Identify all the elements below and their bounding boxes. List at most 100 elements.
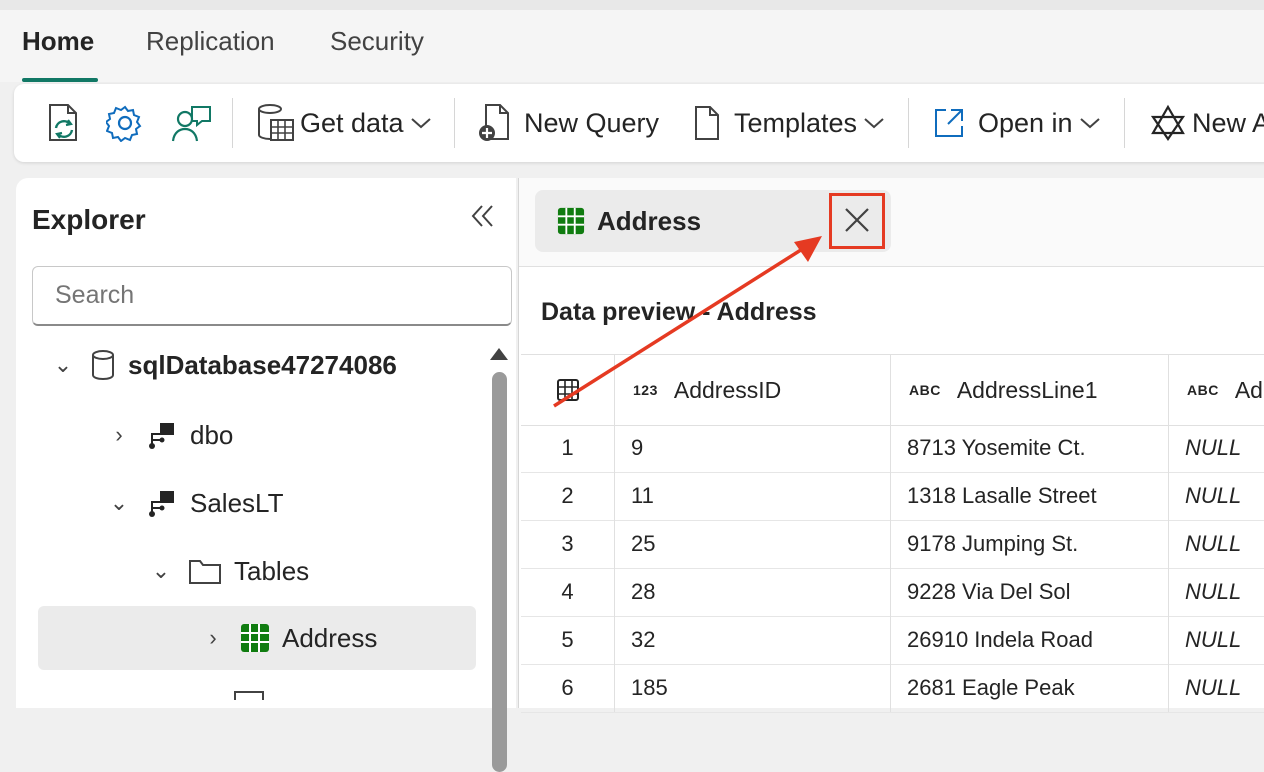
explorer-search-input[interactable] <box>32 266 512 326</box>
tree-item-dbo[interactable]: › dbo <box>108 404 233 466</box>
addressid-cell[interactable]: 28 <box>615 568 891 616</box>
refresh-button[interactable] <box>44 84 84 162</box>
document-tab-bar: Address <box>519 178 1264 267</box>
tree-item-database[interactable]: ⌄ sqlDatabase47274086 <box>52 334 397 396</box>
chevron-down-icon <box>1079 118 1100 129</box>
column-header-label: AddressLine1 <box>956 376 1098 403</box>
row-number-cell: 3 <box>521 520 615 568</box>
toolbar-divider <box>232 98 233 148</box>
new-model-label: New A <box>1192 107 1264 138</box>
document-tab-label: Address <box>597 205 702 236</box>
explorer-panel: Explorer ⌄ sqlDatabase47274086 › dbo ⌄ S… <box>16 178 516 772</box>
chevron-down-icon <box>410 118 431 129</box>
tree-item-label: dbo <box>190 419 234 450</box>
database-table-icon <box>258 104 294 141</box>
tree-item-address[interactable]: › Address <box>38 606 476 670</box>
table-icon <box>240 623 270 653</box>
explorer-title: Explorer <box>32 204 146 235</box>
addressline2-cell[interactable]: NULL <box>1169 520 1264 568</box>
addressline2-cell[interactable]: NULL <box>1169 664 1264 712</box>
addressline1-cell[interactable]: 26910 Indela Road <box>891 616 1169 664</box>
table-row[interactable]: 1 9 8713 Yosemite Ct. NULL <box>521 424 1264 473</box>
templates-label: Templates <box>734 107 858 138</box>
column-header-addressid[interactable]: 123 AddressID <box>615 355 891 425</box>
feedback-person-icon <box>171 106 211 142</box>
addressline1-cell[interactable]: 1318 Lasalle Street <box>891 472 1169 520</box>
tree-item-tables[interactable]: ⌄ Tables <box>150 540 309 602</box>
addressid-cell[interactable]: 9 <box>615 424 891 472</box>
toolbar-divider <box>1124 98 1125 148</box>
tab-home[interactable]: Home <box>22 26 94 57</box>
addressid-cell[interactable]: 185 <box>615 664 891 712</box>
addressline2-cell[interactable]: NULL <box>1169 424 1264 472</box>
scroll-thumb[interactable] <box>492 372 507 772</box>
templates-button[interactable]: Templates <box>692 84 885 162</box>
tab-replication[interactable]: Replication <box>146 26 275 57</box>
row-number-cell: 2 <box>521 472 615 520</box>
table-icon <box>234 686 264 700</box>
addressline1-cell[interactable]: 8713 Yosemite Ct. <box>891 424 1169 472</box>
chevron-right-icon: › <box>115 422 123 447</box>
column-type-badge: 123 <box>633 382 658 398</box>
row-number-cell: 1 <box>521 424 615 472</box>
addressid-cell[interactable]: 25 <box>615 520 891 568</box>
new-query-button[interactable]: New Query <box>476 84 659 162</box>
addressline2-cell[interactable]: NULL <box>1169 472 1264 520</box>
tree-item-saleslt[interactable]: ⌄ SalesLT <box>108 472 284 534</box>
new-model-button[interactable]: New A <box>1148 84 1264 162</box>
refresh-doc-icon <box>49 104 77 141</box>
collapse-panel-button[interactable] <box>470 202 496 238</box>
table-row[interactable]: 2 11 1318 Lasalle Street NULL <box>521 472 1264 521</box>
data-grid: 123 AddressID ABC AddressLine1 ABC Ad 1 … <box>521 354 1264 714</box>
tree-item-label: Address <box>282 622 378 653</box>
open-in-button[interactable]: Open in <box>932 84 1101 162</box>
addressline1-cell[interactable]: 9178 Jumping St. <box>891 520 1169 568</box>
addressline1-cell[interactable]: 2681 Eagle Peak <box>891 664 1169 712</box>
explorer-scrollbar[interactable] <box>490 348 512 772</box>
open-external-icon <box>935 109 963 137</box>
select-all-cell[interactable] <box>521 355 615 425</box>
chevron-down-icon: ⌄ <box>109 490 129 515</box>
table-row[interactable]: 6 185 2681 Eagle Peak NULL <box>521 664 1264 713</box>
tree-item-next-table[interactable] <box>234 678 276 708</box>
tree-item-label: Tables <box>234 555 310 586</box>
data-preview-title: Data preview - Address <box>541 298 817 326</box>
ribbon-tabs: Home Replication Security <box>0 0 1264 82</box>
addressid-cell[interactable]: 11 <box>615 472 891 520</box>
toolbar-divider <box>454 98 455 148</box>
chevron-down-icon: ⌄ <box>53 352 73 377</box>
editor-pane: Address Data preview - Address 123 Addre… <box>518 178 1264 713</box>
schema-icon <box>146 420 178 450</box>
addressline1-cell[interactable]: 9228 Via Del Sol <box>891 568 1169 616</box>
active-tab-indicator <box>22 78 98 82</box>
table-row[interactable]: 4 28 9228 Via Del Sol NULL <box>521 568 1264 617</box>
chevron-down-icon: ⌄ <box>151 558 171 583</box>
folder-icon <box>188 557 222 585</box>
grid-header-row: 123 AddressID ABC AddressLine1 ABC Ad <box>521 354 1264 426</box>
feedback-button[interactable] <box>170 84 214 162</box>
column-type-badge: ABC <box>909 382 941 398</box>
addressid-cell[interactable]: 32 <box>615 616 891 664</box>
chevron-right-icon: › <box>209 625 217 650</box>
column-header-label: Ad <box>1234 376 1263 403</box>
column-type-badge: ABC <box>1187 382 1219 398</box>
chevron-down-icon <box>864 118 884 129</box>
new-query-icon <box>479 104 509 141</box>
model-icon <box>1150 104 1186 141</box>
get-data-button[interactable]: Get data <box>256 84 432 162</box>
row-number-cell: 6 <box>521 664 615 712</box>
table-row[interactable]: 3 25 9178 Jumping St. NULL <box>521 520 1264 569</box>
highlight-box <box>829 193 885 249</box>
scroll-up-arrow-icon[interactable] <box>490 348 508 360</box>
addressline2-cell[interactable]: NULL <box>1169 616 1264 664</box>
database-icon <box>90 349 116 381</box>
tree-item-label: SalesLT <box>190 487 284 518</box>
column-header-addressline1[interactable]: ABC AddressLine1 <box>891 355 1169 425</box>
table-row[interactable]: 5 32 26910 Indela Road NULL <box>521 616 1264 665</box>
double-chevron-left-icon <box>471 205 493 227</box>
settings-button[interactable] <box>106 84 144 162</box>
tab-security[interactable]: Security <box>330 26 424 57</box>
row-number-cell: 4 <box>521 568 615 616</box>
column-header-addressline2[interactable]: ABC Ad <box>1169 355 1264 425</box>
addressline2-cell[interactable]: NULL <box>1169 568 1264 616</box>
